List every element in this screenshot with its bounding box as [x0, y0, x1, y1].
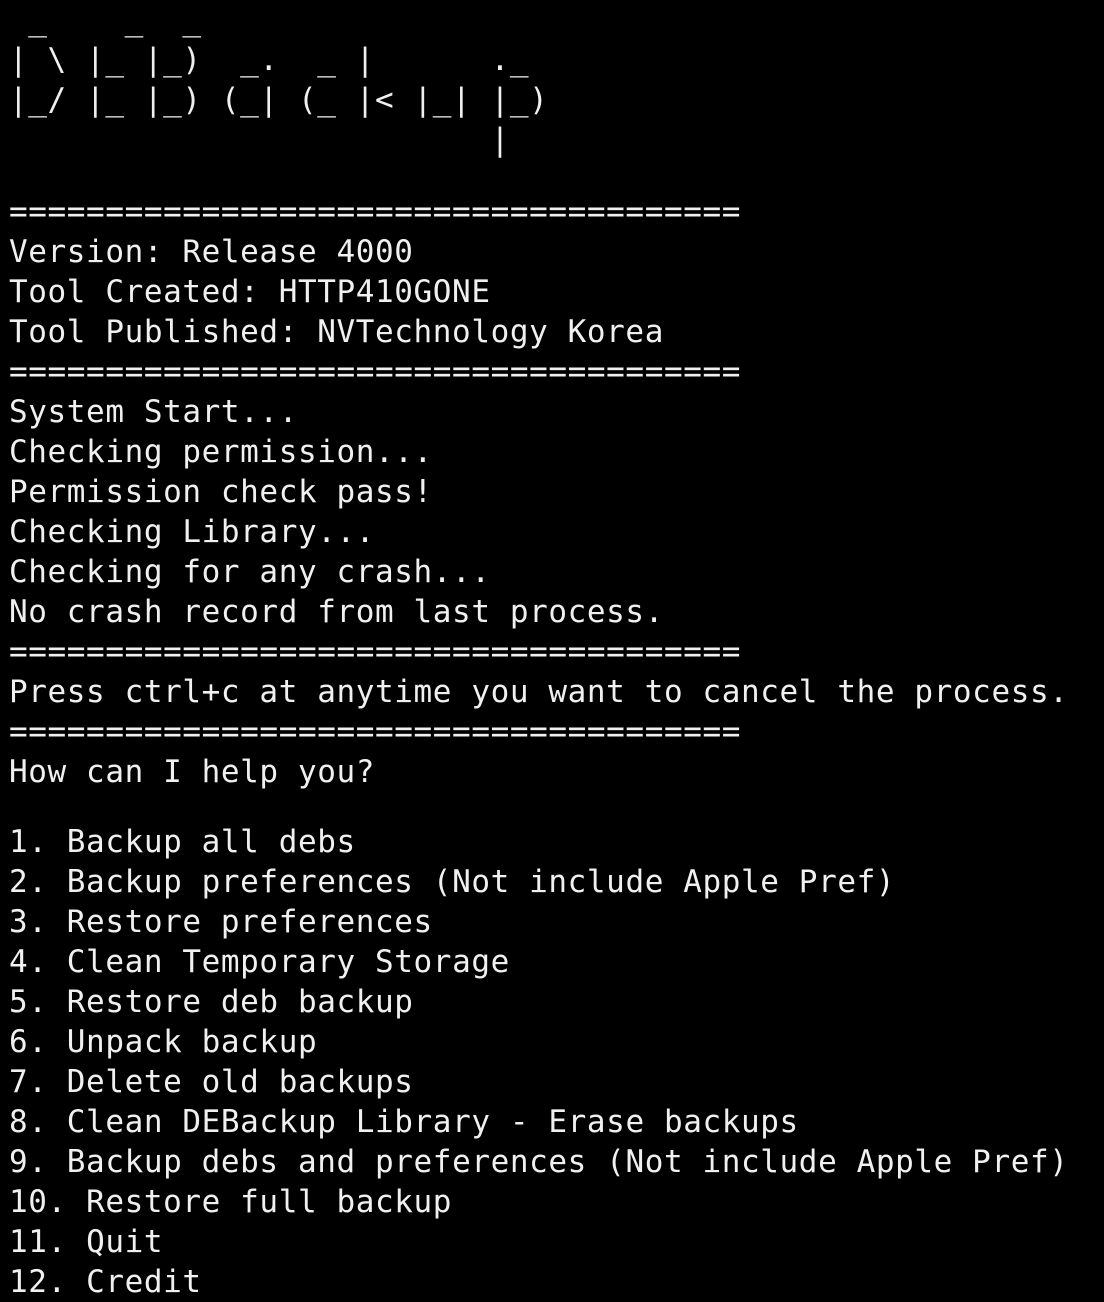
menu-item-label: Delete old backups	[66, 1064, 414, 1100]
log-line: System Start...	[9, 394, 298, 430]
cancel-hint: Press ctrl+c at anytime you want to canc…	[9, 674, 1069, 710]
menu-item-label: Backup debs and preferences (Not include…	[66, 1144, 1069, 1180]
menu-item-number: 8.	[9, 1104, 48, 1140]
menu-item-number: 1.	[9, 824, 48, 860]
menu-item-number: 12.	[9, 1264, 67, 1300]
menu-item-label: Restore full backup	[86, 1184, 453, 1220]
menu-item-number: 5.	[9, 984, 48, 1020]
menu-item-number: 9.	[9, 1144, 48, 1180]
menu-item-label: Clean Temporary Storage	[66, 944, 510, 980]
menu-item-number: 11.	[9, 1224, 67, 1260]
log-line: Checking for any crash...	[9, 554, 491, 590]
menu-item-backup-preferences[interactable]: 2. Backup preferences (Not include Apple…	[9, 862, 1099, 902]
menu-item-label: Credit	[86, 1264, 202, 1300]
log-line: Checking permission...	[9, 434, 433, 470]
menu-item-number: 6.	[9, 1024, 48, 1060]
log-line: Checking Library...	[9, 514, 376, 550]
menu-item-label: Backup preferences (Not include Apple Pr…	[66, 864, 896, 900]
separator-line: ======================================	[9, 634, 742, 670]
menu-item-restore-deb-backup[interactable]: 5. Restore deb backup	[9, 982, 1099, 1022]
version-line: Version: Release 4000	[9, 234, 414, 270]
log-line: No crash record from last process.	[9, 594, 664, 630]
log-line: Permission check pass!	[9, 474, 433, 510]
help-prompt: How can I help you?	[9, 754, 376, 790]
menu-item-restore-preferences[interactable]: 3. Restore preferences	[9, 902, 1099, 942]
menu-item-label: Unpack backup	[66, 1024, 318, 1060]
menu-item-number: 7.	[9, 1064, 48, 1100]
menu-item-unpack-backup[interactable]: 6. Unpack backup	[9, 1022, 1099, 1062]
menu-item-delete-old-backups[interactable]: 7. Delete old backups	[9, 1062, 1099, 1102]
created-line: Tool Created: HTTP410GONE	[9, 274, 491, 310]
menu-item-number: 2.	[9, 864, 48, 900]
terminal-window[interactable]: _ _ _ | \ |_ |_) _. _ | ._ |_/ |_ |_) (_…	[0, 0, 1104, 1300]
published-line: Tool Published: NVTechnology Korea	[9, 314, 664, 350]
menu-item-label: Restore preferences	[66, 904, 433, 940]
terminal-output: ====================================== V…	[9, 192, 1099, 1302]
menu-item-label: Quit	[86, 1224, 164, 1260]
separator-line: ======================================	[9, 194, 742, 230]
ascii-banner: _ _ _ | \ |_ |_) _. _ | ._ |_/ |_ |_) (_…	[9, 2, 549, 158]
menu-item-clean-debackup-library[interactable]: 8. Clean DEBackup Library - Erase backup…	[9, 1102, 1099, 1142]
separator-line: ======================================	[9, 714, 742, 750]
menu-item-backup-debs-and-preferences[interactable]: 9. Backup debs and preferences (Not incl…	[9, 1142, 1099, 1182]
separator-line: ======================================	[9, 354, 742, 390]
menu-item-label: Restore deb backup	[66, 984, 414, 1020]
menu-item-backup-all-debs[interactable]: 1. Backup all debs	[9, 822, 1099, 862]
menu-item-number: 4.	[9, 944, 48, 980]
menu-item-number: 3.	[9, 904, 48, 940]
options-menu: 1. Backup all debs 2. Backup preferences…	[9, 822, 1099, 1302]
menu-item-quit[interactable]: 11. Quit	[9, 1222, 1099, 1262]
menu-item-label: Clean DEBackup Library - Erase backups	[66, 1104, 799, 1140]
menu-item-credit[interactable]: 12. Credit	[9, 1262, 1099, 1302]
menu-item-restore-full-backup[interactable]: 10. Restore full backup	[9, 1182, 1099, 1222]
menu-item-clean-temporary-storage[interactable]: 4. Clean Temporary Storage	[9, 942, 1099, 982]
menu-item-number: 10.	[9, 1184, 67, 1220]
menu-item-label: Backup all debs	[66, 824, 356, 860]
